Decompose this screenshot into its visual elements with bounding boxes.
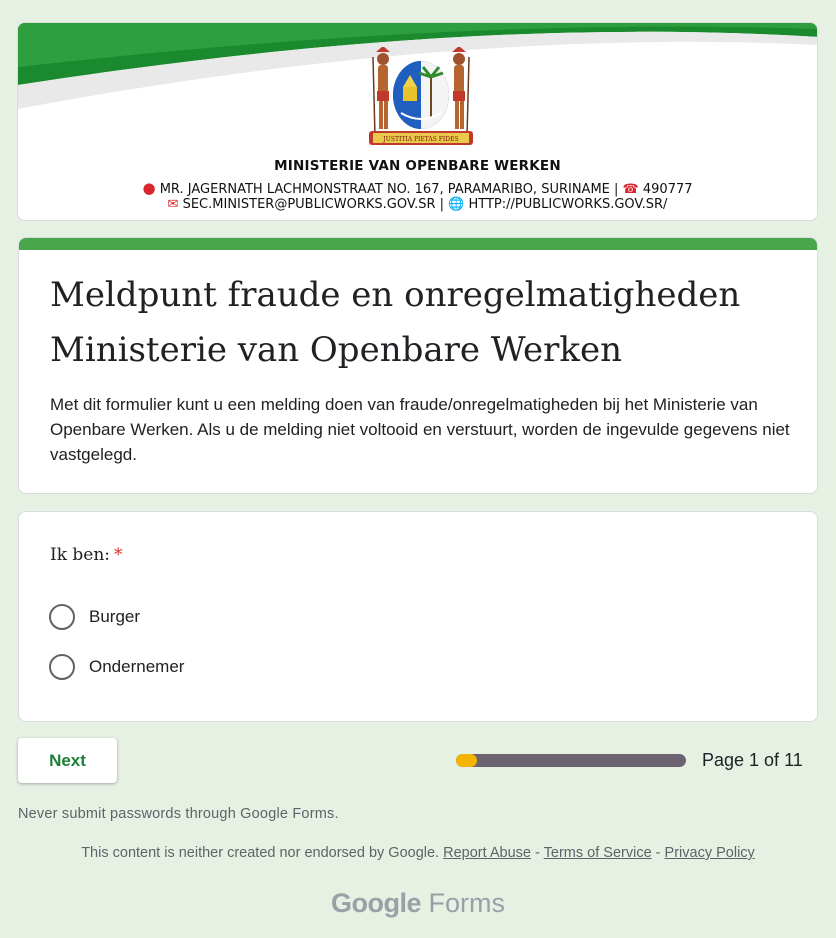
progress-bar bbox=[456, 754, 686, 767]
form-title: Meldpunt fraude en onregelmatigheden Min… bbox=[50, 268, 750, 378]
form-description: Met dit formulier kunt u een melding doe… bbox=[50, 395, 790, 464]
title-card-accent-bar bbox=[19, 238, 817, 250]
header-banner: JUSTITIA PIETAS FIDES MINISTERIE VAN OPE… bbox=[17, 22, 818, 221]
disclaimer-text: This content is neither created nor endo… bbox=[81, 845, 440, 861]
next-button[interactable]: Next bbox=[18, 738, 117, 783]
question-label: Ik ben: * bbox=[50, 545, 123, 565]
page-indicator: Page 1 of 11 bbox=[702, 750, 803, 770]
radio-ondernemer[interactable] bbox=[49, 654, 75, 680]
terms-of-service-link[interactable]: Terms of Service bbox=[544, 845, 652, 861]
report-abuse-link[interactable]: Report Abuse bbox=[443, 845, 531, 861]
email-text: SEC.MINISTER@PUBLICWORKS.GOV.SR | bbox=[182, 197, 444, 212]
question-card: Ik ben: * Burger Ondernemer bbox=[18, 511, 818, 722]
privacy-policy-link[interactable]: Privacy Policy bbox=[665, 845, 755, 861]
separator: - bbox=[655, 845, 661, 861]
google-wordmark: Google bbox=[330, 888, 422, 918]
option-burger[interactable]: Burger bbox=[49, 604, 140, 630]
form-title-card: Meldpunt fraude en onregelmatigheden Min… bbox=[18, 237, 818, 494]
progress-bar-fill bbox=[456, 754, 477, 767]
forms-wordmark: Forms bbox=[428, 888, 506, 918]
address-text: MR. JAGERNATH LACHMONSTRAAT NO. 167, PAR… bbox=[159, 182, 619, 197]
password-warning: Never submit passwords through Google Fo… bbox=[18, 806, 339, 822]
question-text: Ik ben: bbox=[50, 545, 111, 565]
location-pin-icon: ● bbox=[142, 179, 156, 197]
google-forms-logo[interactable]: Google Forms bbox=[0, 888, 836, 919]
website-text: HTTP://PUBLICWORKS.GOV.SR/ bbox=[468, 197, 668, 212]
contact-line: ✉ SEC.MINISTER@PUBLICWORKS.GOV.SR | 🌐 HT… bbox=[18, 197, 817, 212]
option-label-burger: Burger bbox=[89, 607, 141, 626]
phone-text: 490777 bbox=[642, 182, 693, 197]
option-label-ondernemer: Ondernemer bbox=[89, 657, 185, 676]
phone-icon: ☎ bbox=[622, 182, 639, 197]
coat-of-arms-logo: JUSTITIA PIETAS FIDES bbox=[369, 47, 473, 145]
required-asterisk: * bbox=[114, 545, 123, 565]
legal-disclaimer: This content is neither created nor endo… bbox=[0, 845, 836, 861]
globe-icon: 🌐 bbox=[448, 197, 465, 212]
ministry-name: MINISTERIE VAN OPENBARE WERKEN bbox=[274, 158, 561, 174]
mail-icon: ✉ bbox=[167, 197, 179, 212]
address-line: ● MR. JAGERNATH LACHMONSTRAAT NO. 167, P… bbox=[18, 179, 817, 197]
form-title-line1: Meldpunt fraude en onregelmatigheden bbox=[50, 275, 741, 315]
form-title-line2: Ministerie van Openbare Werken bbox=[50, 330, 622, 370]
coat-of-arms-motto: JUSTITIA PIETAS FIDES bbox=[382, 136, 458, 143]
separator: - bbox=[535, 845, 540, 861]
option-ondernemer[interactable]: Ondernemer bbox=[49, 654, 184, 680]
radio-burger[interactable] bbox=[49, 604, 75, 630]
